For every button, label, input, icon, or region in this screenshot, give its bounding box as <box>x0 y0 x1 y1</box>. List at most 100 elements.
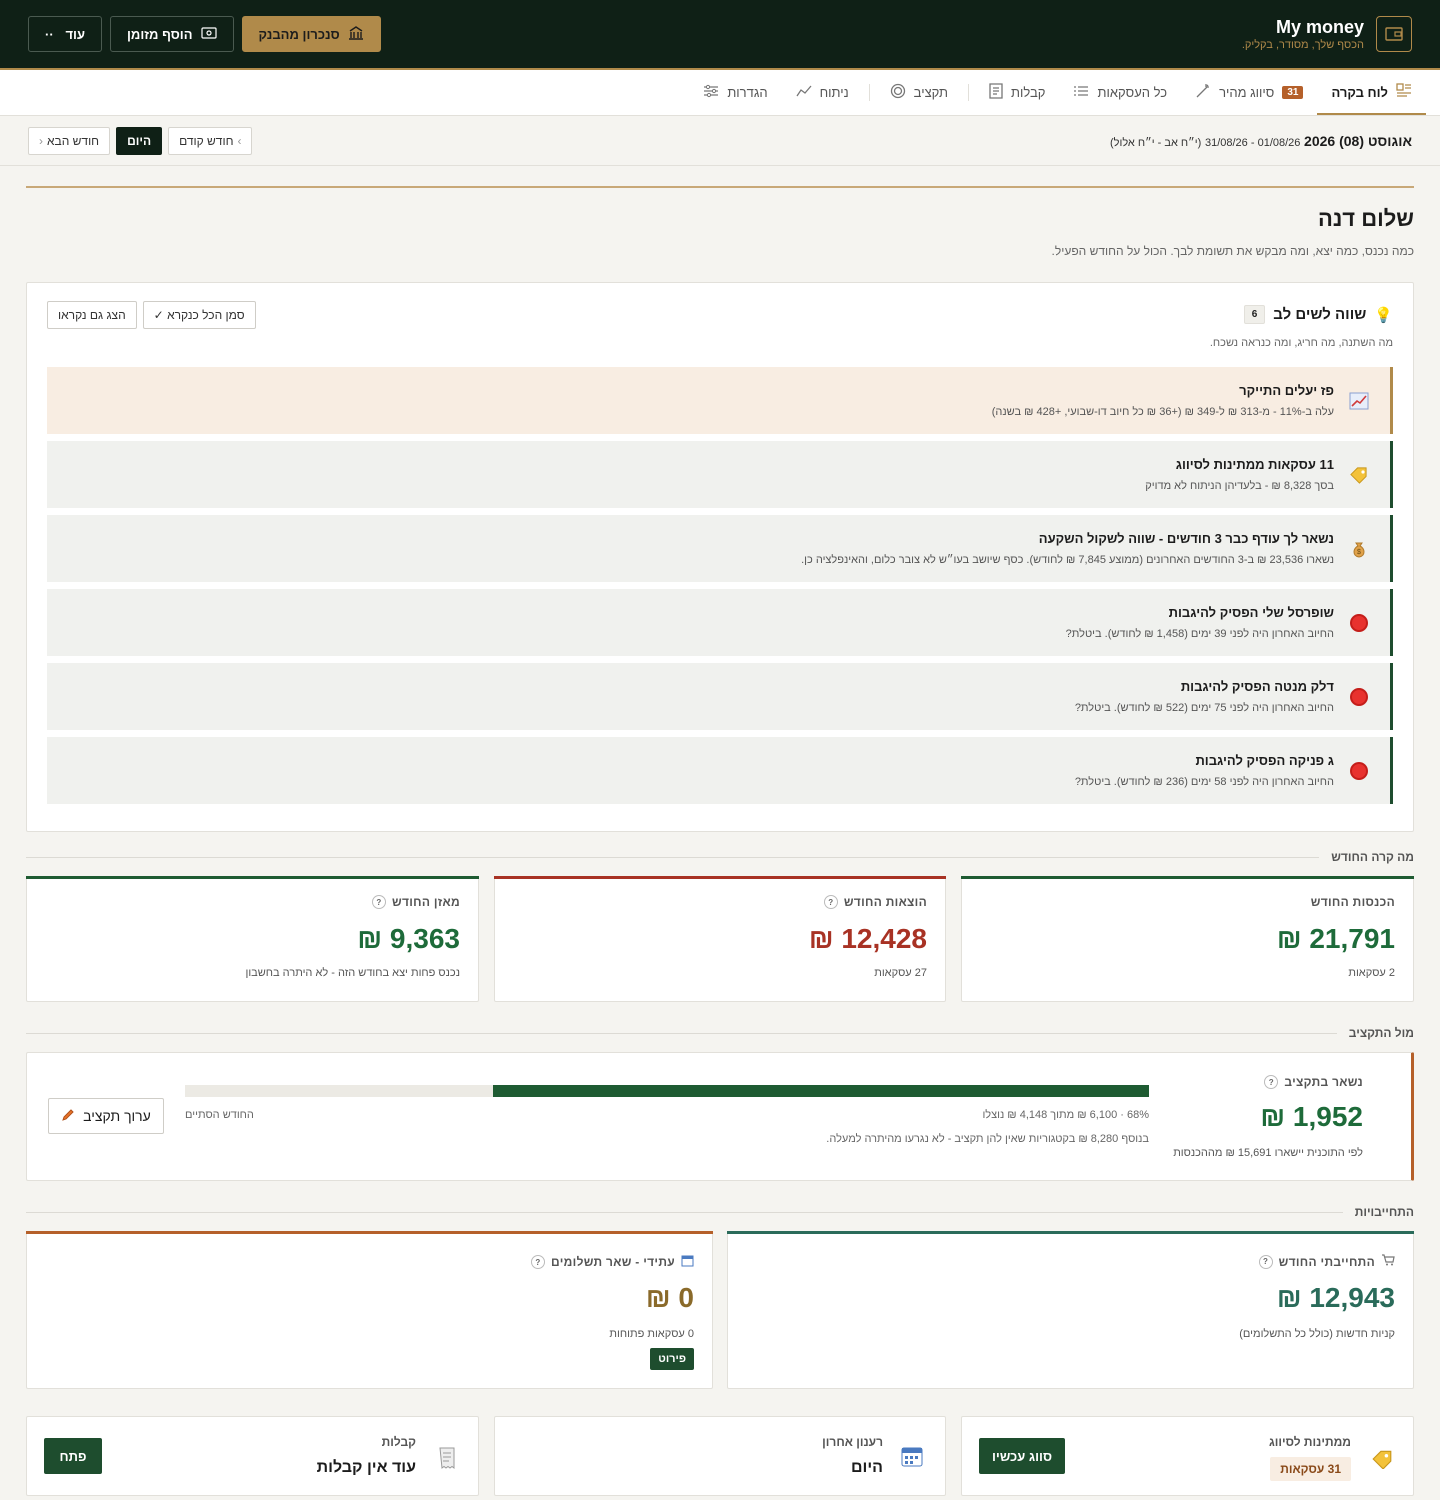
balance-label: מאזן החודש <box>391 895 460 909</box>
wand-icon <box>1195 83 1211 102</box>
expenses-sub: 27 עסקאות <box>874 967 927 979</box>
stop-icon <box>1348 686 1370 708</box>
section-line <box>26 856 1320 858</box>
insight-item[interactable]: דלק מנטה הפסיק להיגבות החיוב האחרון היה ל… <box>47 663 1393 730</box>
help-icon[interactable]: ? <box>531 1255 546 1269</box>
insight-title: דלק מנטה הפסיק להיגבות <box>1180 679 1334 694</box>
insights-title: שווה לשים לב <box>1273 306 1367 323</box>
insight-item[interactable]: $ נשאר לך עודף כבר 3 חודשים - שווה לשקול… <box>47 515 1393 582</box>
sync-bank-button[interactable]: סנכרון מהבנק <box>241 16 381 52</box>
prev-month-button[interactable]: › חודש קודם <box>168 126 253 155</box>
edit-budget-button[interactable]: ערוך תקציב <box>48 1098 164 1134</box>
balance-value: 9,363 ₪ <box>357 923 460 955</box>
open-receipts-button[interactable]: פתח <box>44 1438 102 1474</box>
card-accent <box>26 876 479 879</box>
card-accent <box>727 1231 1414 1234</box>
monthly-commitment-sub: קניות חדשות (כולל כל התשלומים) <box>1239 1328 1395 1340</box>
show-read-button[interactable]: הצג גם נקראו <box>47 301 137 329</box>
month-title-block: אוגוסט (08) 2026 01/08/26 - 31/08/26 (י״… <box>1110 133 1412 149</box>
insight-desc: החיוב האחרון היה לפני 58 ימים (236 ₪ לחו… <box>1074 776 1334 788</box>
stop-icon <box>1348 760 1370 782</box>
insights-actions: הצג גם נקראו ✓ סמן הכל כנקרא <box>47 301 256 329</box>
tab-label: קבלות <box>1011 85 1046 100</box>
insight-title: נשאר לך עודף כבר 3 חודשים - שווה לשקול ה… <box>1038 531 1334 546</box>
tab-dashboard[interactable]: לוח בקרה <box>1317 70 1426 115</box>
pencil-icon <box>61 1108 75 1125</box>
section-title: מה קרה החודש <box>1331 850 1414 864</box>
budget-progress-fill <box>493 1085 1149 1097</box>
expenses-value: 12,428 ₪ <box>809 923 927 955</box>
budget-month-end: החודש הסתיים <box>185 1109 254 1121</box>
help-icon[interactable]: ? <box>823 895 838 909</box>
tab-label: סיווג מהיר <box>1219 85 1275 100</box>
tab-analysis[interactable]: ניתוח <box>782 70 863 115</box>
money-bag-icon: $ <box>1348 538 1370 560</box>
card-accent <box>26 1231 713 1234</box>
insight-title: ג פניקה הפסיק להיגבות <box>1195 753 1334 768</box>
insight-title: שופרסל שלי הפסיק להיגבות <box>1168 605 1334 620</box>
sync-bank-label: סנכרון מהבנק <box>258 26 340 42</box>
add-cash-button[interactable]: הוסף מזומן <box>110 16 234 52</box>
insight-item[interactable]: 11 עסקאות ממתינות לסיווג בסך 8,328 ₪ - בל… <box>47 441 1393 508</box>
income-amount: 21,791 ₪ <box>1276 923 1395 954</box>
future-payments-sub: 0 עסקאות פתוחות <box>609 1328 694 1340</box>
app-subtitle: הכסף שלך, מסודר, בקליק. <box>1241 39 1364 51</box>
insight-item[interactable]: שופרסל שלי הפסיק להיגבות החיוב האחרון היה… <box>47 589 1393 656</box>
insight-desc: בסך 8,328 ₪ - בלעדיהן הניתוח לא מדויק <box>1145 480 1334 492</box>
month-range: 01/08/26 - 31/08/26 <box>1204 136 1301 149</box>
income-sub: 2 עסקאות <box>1348 967 1395 979</box>
receipts-label: קבלות <box>381 1435 416 1449</box>
insights-list: פז יעלים התייקר עלה ב-11% - מ-313 ₪ ל-349… <box>47 367 1393 811</box>
tab-all-transactions[interactable]: כל העסקאות <box>1059 70 1181 115</box>
tab-receipts[interactable]: קבלות <box>975 70 1059 115</box>
mark-all-read-button[interactable]: ✓ סמן הכל כנקרא <box>142 301 256 329</box>
classify-now-button[interactable]: סווג עכשיו <box>979 1438 1065 1474</box>
insight-item[interactable]: פז יעלים התייקר עלה ב-11% - מ-313 ₪ ל-349… <box>47 367 1393 434</box>
month-nav: › חודש קודם היום חודש הבא ‹ <box>28 126 253 155</box>
app-title: My money <box>1275 17 1364 37</box>
monthly-commitment-card: התחייבתי החודש ? 12,943 ₪ קניות חדשות (כ… <box>727 1231 1414 1389</box>
income-card: הכנסות החודש 21,791 ₪ 2 עסקאות <box>961 876 1414 1002</box>
insight-desc: עלה ב-11% - מ-313 ₪ ל-349 ₪ (+36 ₪ כל חי… <box>991 406 1334 418</box>
more-button[interactable]: עוד ·· <box>28 16 102 52</box>
svg-text:$: $ <box>1357 549 1361 556</box>
monthly-commitment-label-row: התחייבתי החודש ? <box>1258 1254 1395 1269</box>
next-month-button[interactable]: חודש הבא ‹ <box>28 126 111 155</box>
budget-progress-bar <box>185 1085 1149 1097</box>
tab-quick-classify[interactable]: 31 סיווג מהיר <box>1181 70 1317 115</box>
today-button[interactable]: היום <box>116 126 163 155</box>
cart-icon <box>1381 1254 1395 1269</box>
tab-label: תקציב <box>913 85 949 100</box>
income-value: 21,791 ₪ <box>1277 923 1395 955</box>
lightbulb-icon: 💡 <box>1374 306 1393 324</box>
section-title: מול התקציב <box>1348 1026 1414 1040</box>
tab-divider <box>868 84 870 101</box>
prev-month-label: חודש קודם <box>179 133 234 148</box>
details-button[interactable]: פירוט <box>650 1348 694 1370</box>
help-icon[interactable]: ? <box>1258 1254 1273 1269</box>
refresh-value: היום <box>851 1459 883 1476</box>
insights-header: 💡 שווה לשים לב 6 <box>1243 305 1393 324</box>
receipts-card: קבלות עוד אין קבלות פתח <box>26 1416 479 1496</box>
budget-extra-note: בנוסף 8,280 ₪ בקטגוריות שאין להן תקציב -… <box>826 1133 1149 1145</box>
bank-icon <box>348 25 364 44</box>
refresh-label: רענון אחרון <box>822 1435 883 1449</box>
future-payments-card: עתידי - שאר תשלומים ? 0 ₪ 0 עסקאות פתוחו… <box>26 1231 713 1389</box>
budget-card: נשאר בתקציב? 1,952 ₪ לפי התוכנית יישארו … <box>26 1052 1414 1181</box>
calendar-icon <box>681 1254 694 1270</box>
tag-icon <box>1348 464 1370 486</box>
insights-card: 💡 שווה לשים לב 6 מה השתנה, מה חריג, ומה … <box>26 282 1414 832</box>
expenses-label-row: הוצאות החודש? <box>823 895 927 909</box>
insight-item[interactable]: ג פניקה הפסיק להיגבות החיוב האחרון היה לפ… <box>47 737 1393 804</box>
budget-remaining-label: נשאר בתקציב <box>1284 1075 1363 1089</box>
section-line <box>26 1211 1343 1213</box>
balance-label-row: מאזן החודש? <box>371 895 460 909</box>
month-title: אוגוסט (08) 2026 <box>1304 132 1412 149</box>
tab-settings[interactable]: הגדרות <box>689 70 781 115</box>
help-icon[interactable]: ? <box>371 895 386 909</box>
pending-classify-card: ממתינות לסיווג 31 עסקאות סווג עכשיו <box>961 1416 1414 1496</box>
month-hebrew: (י״ח אב - י״ח אלול) <box>1109 136 1202 149</box>
help-icon[interactable]: ? <box>1264 1075 1279 1089</box>
section-commitments: התחייבויות <box>26 1205 1414 1219</box>
tab-budget[interactable]: תקציב <box>876 70 962 115</box>
